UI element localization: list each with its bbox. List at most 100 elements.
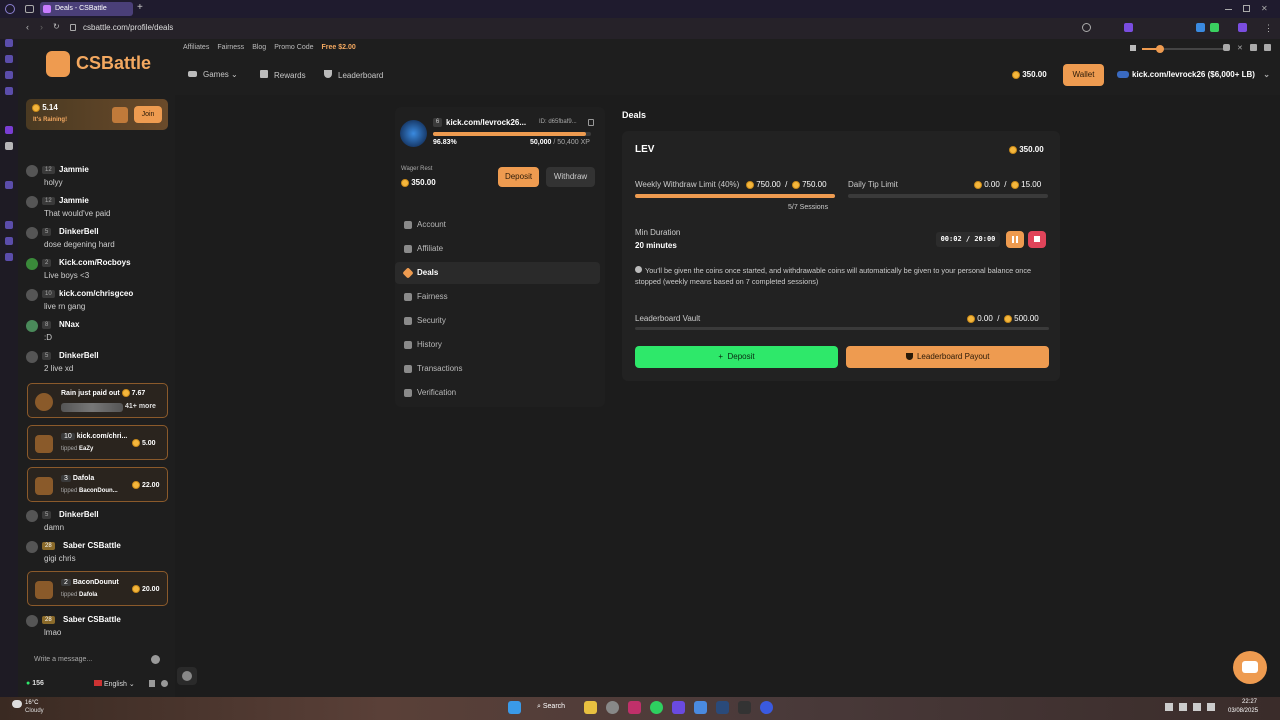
copy-icon[interactable] xyxy=(588,119,594,126)
discord-icon[interactable] xyxy=(1223,44,1230,51)
menu-item-deals[interactable]: Deals xyxy=(395,262,600,284)
sidebar-app-icon[interactable] xyxy=(5,87,13,95)
leaderboard-payout-button[interactable]: Leaderboard Payout xyxy=(846,346,1049,368)
user-menu[interactable]: kick.com/levrock26 ($6,000+ LB) ⌄ xyxy=(1117,70,1270,79)
sidebar-app-icon[interactable] xyxy=(5,181,13,189)
logo-text: CSBattle xyxy=(76,53,152,73)
avatar[interactable] xyxy=(26,227,38,239)
rain-paid-text: Rain just paid out 7.67 xyxy=(61,389,146,397)
file-explorer-icon[interactable] xyxy=(584,701,597,714)
emoji-icon[interactable] xyxy=(151,655,160,664)
x-icon[interactable] xyxy=(5,142,13,150)
sidebar-app-icon[interactable] xyxy=(5,253,13,261)
close-icon[interactable]: ✕ xyxy=(1261,4,1268,13)
avatar[interactable] xyxy=(26,258,38,270)
clock-date[interactable]: 03/08/2025 xyxy=(1228,708,1258,714)
reload-icon[interactable]: ↻ xyxy=(53,22,60,31)
extension-icons[interactable]: ⋮ xyxy=(1082,23,1277,33)
language-select[interactable]: English ⌄ xyxy=(94,680,135,688)
free-link[interactable]: Free $2.00 xyxy=(322,44,356,54)
back-icon[interactable]: ‹ xyxy=(26,22,29,32)
menu-item-security[interactable]: Security xyxy=(395,310,600,332)
menu-item-verification[interactable]: Verification xyxy=(395,382,600,404)
promo-code-link[interactable]: Promo Code xyxy=(274,44,313,54)
clock-time[interactable]: 22:27 xyxy=(1242,699,1257,705)
avatar[interactable] xyxy=(26,165,38,177)
chat-toggle-button[interactable] xyxy=(177,667,197,685)
avatar[interactable] xyxy=(26,196,38,208)
extension-icon[interactable] xyxy=(1124,23,1133,32)
menu-icon[interactable]: ⋮ xyxy=(1264,23,1273,34)
menu-item-transactions[interactable]: Transactions xyxy=(395,358,600,380)
menu-item-account[interactable]: Account xyxy=(395,214,600,236)
tab-list-icon[interactable] xyxy=(25,5,34,13)
twitch-icon[interactable] xyxy=(5,126,13,134)
fairness-link[interactable]: Fairness xyxy=(217,44,244,54)
volume-control[interactable] xyxy=(1130,44,1230,54)
browser-tab-active[interactable]: Deals - CSBattle xyxy=(40,2,133,16)
menu-item-history[interactable]: History xyxy=(395,334,600,356)
sidebar-app-icon[interactable] xyxy=(5,237,13,245)
profile-deposit-button[interactable]: Deposit xyxy=(498,167,539,187)
avatar[interactable] xyxy=(26,615,38,627)
site-info-icon[interactable] xyxy=(70,24,76,31)
blog-link[interactable]: Blog xyxy=(252,44,266,54)
site-logo[interactable]: CSBattle xyxy=(46,50,156,78)
sessions-label: 5/7 Sessions xyxy=(788,204,829,211)
menu-item-fairness[interactable]: Fairness xyxy=(395,286,600,308)
avatar[interactable] xyxy=(26,320,38,332)
url-text[interactable]: csbattle.com/profile/deals xyxy=(83,23,173,32)
sidebar-app-icon[interactable] xyxy=(5,221,13,229)
app-icon[interactable] xyxy=(606,701,619,714)
x-icon[interactable]: ✕ xyxy=(1237,44,1243,54)
terminal-icon[interactable] xyxy=(738,701,751,714)
affiliates-link[interactable]: Affiliates xyxy=(183,44,209,54)
maximize-icon[interactable] xyxy=(1243,5,1250,12)
menu-item-affiliate[interactable]: Affiliate xyxy=(395,238,600,260)
rain-join-button[interactable]: Join xyxy=(134,106,162,123)
rules-icon[interactable] xyxy=(149,680,155,687)
avatar[interactable] xyxy=(26,289,38,301)
extension-icon[interactable] xyxy=(1238,23,1247,32)
new-tab-button[interactable]: + xyxy=(137,2,143,13)
deal-deposit-button[interactable]: + Deposit xyxy=(635,346,838,368)
minimize-icon[interactable] xyxy=(1225,9,1232,10)
leaderboard-nav[interactable]: Leaderboard xyxy=(324,70,394,80)
start-icon[interactable] xyxy=(508,701,521,714)
browser-icon[interactable] xyxy=(672,701,685,714)
rewards-nav[interactable]: Rewards xyxy=(260,70,315,80)
volume-thumb[interactable] xyxy=(1156,45,1164,53)
sidebar-app-icon[interactable] xyxy=(5,71,13,79)
games-nav[interactable]: Games ⌄ xyxy=(188,70,243,79)
lock-icon xyxy=(404,317,412,325)
stop-button[interactable] xyxy=(1028,231,1046,248)
app-icon[interactable] xyxy=(694,701,707,714)
sidebar-app-icon[interactable] xyxy=(5,55,13,63)
weather-icon[interactable] xyxy=(12,700,22,708)
window-controls[interactable]: ✕ xyxy=(1225,4,1275,14)
support-chat-button[interactable] xyxy=(1233,651,1267,684)
tiktok-icon[interactable] xyxy=(1263,44,1271,51)
pause-button[interactable] xyxy=(1006,231,1024,248)
zoom-icon[interactable] xyxy=(1082,23,1091,32)
sidebar-app-icon[interactable] xyxy=(5,39,13,47)
extension-icon[interactable] xyxy=(1210,23,1219,32)
avatar[interactable] xyxy=(26,351,38,363)
profile-withdraw-button[interactable]: Withdraw xyxy=(546,167,595,187)
extension-icon[interactable] xyxy=(1196,23,1205,32)
settings-icon[interactable] xyxy=(161,680,168,687)
app-icon[interactable] xyxy=(628,701,641,714)
tray-icons[interactable] xyxy=(1165,703,1225,711)
taskbar-search[interactable]: ⌕ Search xyxy=(537,703,565,711)
profile-avatar[interactable] xyxy=(400,120,427,147)
wallet-button[interactable]: Wallet xyxy=(1063,64,1104,86)
avatar[interactable] xyxy=(26,510,38,522)
steam-icon[interactable] xyxy=(716,701,729,714)
forward-icon[interactable]: › xyxy=(40,22,43,32)
kick-icon[interactable] xyxy=(1249,44,1257,51)
app-icon[interactable] xyxy=(760,701,773,714)
volume-icon[interactable] xyxy=(1130,45,1136,51)
chat-input[interactable]: Write a message... xyxy=(26,651,168,669)
avatar[interactable] xyxy=(26,541,38,553)
spotify-icon[interactable] xyxy=(650,701,663,714)
